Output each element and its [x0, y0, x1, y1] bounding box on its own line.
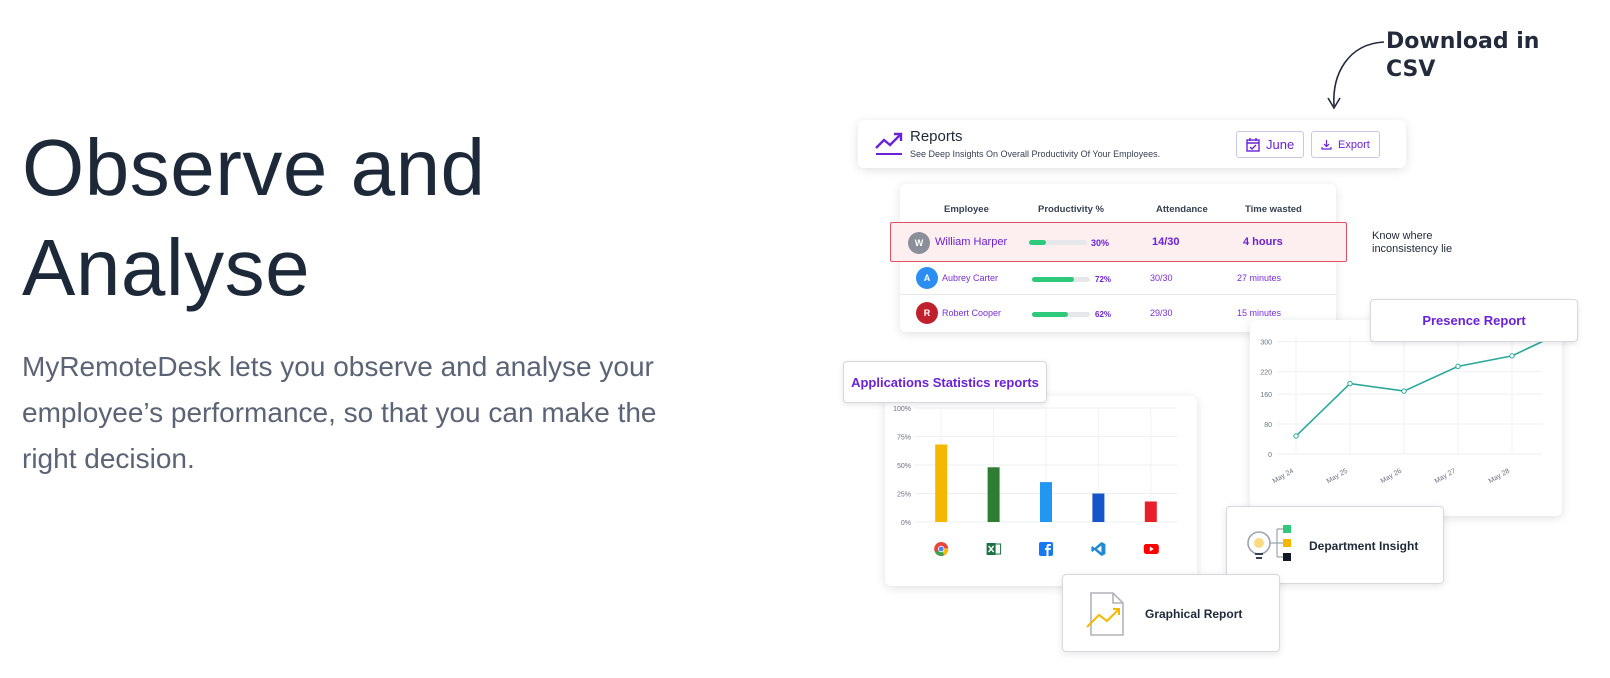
curved-arrow-icon: [1327, 41, 1385, 110]
y-tick-label: 100%: [893, 406, 911, 413]
y-tick-label: 25%: [897, 492, 911, 499]
y-tick-label: 50%: [897, 463, 911, 470]
productivity-bar: [1029, 240, 1087, 245]
y-tick-label: 300: [1260, 340, 1272, 347]
y-tick-label: 0%: [901, 520, 911, 527]
x-tick-label: May 25: [1326, 468, 1349, 486]
data-point: [1455, 363, 1461, 370]
applications-statistics-card: 0% 25% 50% 75% 100%: [885, 396, 1197, 586]
graphical-report-card[interactable]: Graphical Report: [1062, 574, 1280, 652]
month-label: June: [1266, 137, 1295, 152]
bar: [1040, 482, 1052, 522]
export-button[interactable]: Export: [1311, 131, 1380, 158]
y-tick-label: 220: [1260, 370, 1272, 377]
hero-description: MyRemoteDesk lets you observe and analys…: [22, 351, 657, 474]
hero-title-line2: Analyse: [22, 223, 311, 312]
inconsistency-annotation: Know where inconsistency lie: [1372, 230, 1453, 255]
time-wasted-value: 4 hours: [1243, 236, 1283, 248]
export-label: Export: [1338, 138, 1370, 151]
series-line: [1295, 329, 1567, 437]
y-tick-label: 75%: [897, 435, 911, 442]
vscode-icon: [1091, 542, 1106, 556]
table-row[interactable]: W William Harper 30% 14/30 4 hours: [890, 222, 1347, 262]
column-header-time-wasted: Time wasted: [1245, 204, 1302, 215]
chrome-icon: [934, 542, 949, 556]
productivity-fill: [1032, 312, 1068, 317]
avatar: R: [916, 302, 938, 324]
attendance-value: 14/30: [1152, 236, 1180, 248]
month-picker-button[interactable]: June: [1236, 131, 1305, 158]
x-tick-label: May 26: [1380, 468, 1403, 486]
bar: [935, 444, 948, 522]
x-tick-label: May 28: [1488, 468, 1511, 486]
column-header-productivity: Productivity %: [1038, 204, 1104, 215]
reports-header: Reports See Deep Insights On Overall Pro…: [858, 120, 1406, 168]
data-point: [1347, 380, 1353, 387]
productivity-percent: 72%: [1095, 275, 1112, 284]
employee-name: Aubrey Carter: [942, 273, 999, 283]
bar: [1144, 501, 1157, 522]
lightbulb-hierarchy-icon: [1247, 525, 1291, 561]
avatar: W: [908, 232, 930, 254]
y-tick-label: 80: [1264, 422, 1272, 429]
y-tick-label: 160: [1260, 392, 1272, 399]
employee-name: Robert Cooper: [942, 308, 1002, 318]
productivity-bar: [1032, 277, 1090, 282]
hero-title-line1: Observe and: [22, 123, 486, 212]
productivity-percent: 62%: [1095, 310, 1112, 319]
productivity-bar: [1032, 312, 1090, 317]
facebook-icon: [1039, 542, 1053, 556]
presence-report-card: 0 80 160 220 300 May 24 May 25 May 26 May 27 May …: [1250, 320, 1567, 516]
attendance-value: 30/30: [1150, 273, 1173, 283]
hero-title: Observe and Analyse: [22, 118, 486, 318]
time-wasted-value: 27 minutes: [1237, 273, 1282, 283]
department-insight-title: Department Insight: [1309, 539, 1419, 553]
youtube-icon: [1143, 544, 1159, 554]
presence-report-label[interactable]: Presence Report: [1370, 299, 1578, 342]
trending-up-icon: [875, 132, 903, 155]
x-tick-label: May 24: [1272, 468, 1295, 486]
time-wasted-value: 15 minutes: [1237, 308, 1282, 318]
column-header-employee: Employee: [944, 204, 989, 215]
column-header-attendance: Attendance: [1156, 204, 1208, 215]
presence-line-chart: 0 80 160 220 300 May 24 May 25 May 26 May 27 May …: [1260, 329, 1567, 486]
data-point: [1293, 433, 1299, 439]
data-point: [1509, 353, 1515, 359]
download-csv-callout: Download in CSV: [1386, 29, 1540, 82]
download-icon: [1321, 140, 1332, 150]
y-tick-label: 0: [1268, 452, 1272, 459]
bar: [987, 467, 1000, 522]
productivity-fill: [1032, 277, 1074, 282]
avatar: A: [916, 267, 938, 289]
applications-statistics-label[interactable]: Applications Statistics reports: [843, 361, 1047, 403]
reports-subtitle: See Deep Insights On Overall Productivit…: [910, 149, 1161, 159]
graphical-report-title: Graphical Report: [1145, 607, 1243, 621]
department-insight-card[interactable]: Department Insight: [1226, 506, 1444, 584]
bar: [1092, 493, 1105, 522]
productivity-percent: 30%: [1091, 238, 1110, 248]
x-tick-label: May 27: [1434, 468, 1457, 486]
productivity-fill: [1029, 240, 1047, 245]
employee-name: William Harper: [935, 236, 1008, 248]
employee-table: Employee Productivity % Attendance Time …: [890, 184, 1347, 332]
excel-icon: [986, 543, 1002, 555]
data-point: [1401, 388, 1407, 394]
attendance-value: 29/30: [1150, 308, 1173, 318]
applications-bar-chart: 0% 25% 50% 75% 100%: [893, 406, 1177, 556]
reports-title: Reports: [910, 128, 963, 145]
document-chart-icon: [1086, 592, 1124, 636]
calendar-icon: [1246, 137, 1260, 152]
